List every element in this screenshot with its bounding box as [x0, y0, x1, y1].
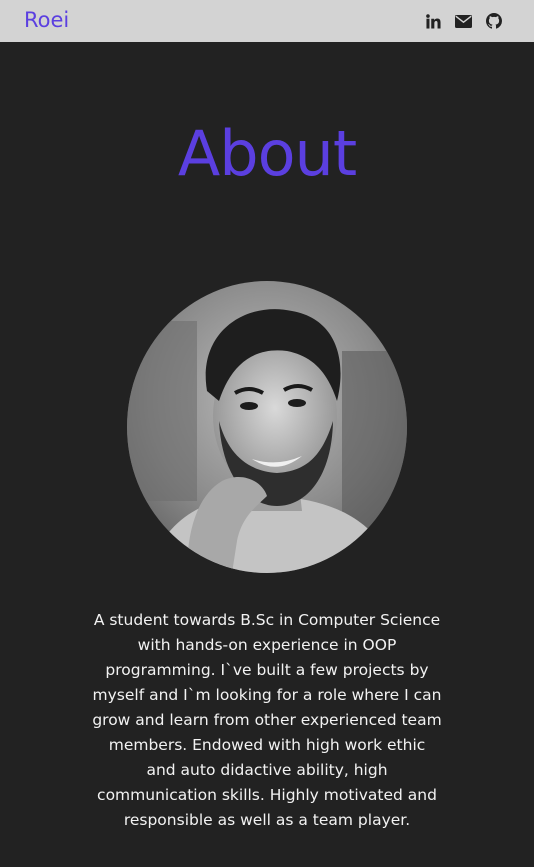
profile-photo	[127, 281, 407, 573]
github-link[interactable]	[485, 12, 503, 30]
mail-icon	[454, 14, 472, 28]
linkedin-link[interactable]	[424, 12, 442, 30]
email-link[interactable]	[454, 12, 472, 30]
top-navbar: Roei	[0, 0, 534, 42]
brand-logo-link[interactable]: Roei	[24, 6, 69, 34]
about-bio-text: A student towards B.Sc in Computer Scien…	[92, 611, 442, 829]
page-title: About	[177, 117, 357, 190]
github-icon	[486, 13, 502, 29]
linkedin-icon	[425, 13, 441, 29]
